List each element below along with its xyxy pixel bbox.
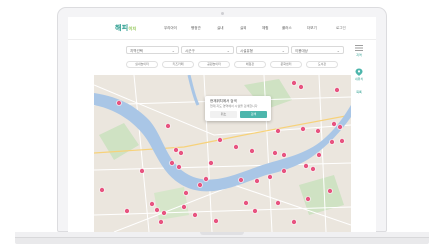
nav-item-2[interactable]: 실내	[217, 26, 223, 31]
popup-confirm-button[interactable]: 검색	[240, 111, 267, 118]
laptop-notch	[200, 232, 244, 235]
nav-item-6[interactable]: 더보기	[307, 26, 317, 31]
nav-item-5[interactable]: 플러스	[282, 26, 292, 31]
filter-select-3[interactable]: 이용대상 ⌄	[291, 46, 344, 54]
chip-2[interactable]: 공원놀이터	[198, 61, 230, 68]
my-location-button[interactable]: 내위치	[351, 68, 367, 81]
filter-label-1: 시군구	[185, 48, 195, 53]
list-icon	[355, 45, 363, 51]
side-top-label: 지역	[356, 53, 362, 57]
chevron-down-icon: ⌄	[336, 47, 340, 53]
chip-5[interactable]: 도서관	[306, 61, 338, 68]
chevron-down-icon: ⌄	[171, 47, 175, 53]
filter-select-1[interactable]: 시군구 ⌄	[181, 46, 234, 54]
list-button[interactable]: 목록	[351, 90, 367, 94]
side-mid-label: 내위치	[354, 77, 364, 81]
filter-label-3: 이용대상	[295, 48, 308, 53]
filter-label-2: 시설유형	[240, 48, 253, 53]
filter-bar: 지역선택 ⌄ 시군구 ⌄ 시설유형 ⌄ 이용대상 ⌄	[126, 46, 344, 54]
chip-0[interactable]: 실내놀이터	[126, 61, 158, 68]
nav-item-3[interactable]: 실외	[240, 26, 246, 31]
logo-suffix: 이지	[128, 26, 137, 31]
logo-name: 해피	[115, 24, 129, 32]
search-popup: 현재위치에서 검색 현재 지도 영역에서 시설을 검색합니다 취소 검색	[205, 96, 271, 121]
chip-4[interactable]: 문화센터	[270, 61, 302, 68]
nav-item-1[interactable]: 행정관	[191, 26, 201, 31]
popup-text: 현재 지도 영역에서 시설을 검색합니다	[210, 104, 258, 108]
nav-item-0[interactable]: 우리아이	[164, 26, 177, 31]
filter-label-0: 지역선택	[130, 48, 143, 53]
camera-icon	[221, 12, 224, 15]
top-nav: 해피이지 우리아이 행정관 실내 실외 체험 플러스 더보기 로그인	[68, 17, 376, 40]
logo[interactable]: 해피이지	[115, 23, 136, 33]
login-link[interactable]: 로그인	[336, 26, 346, 31]
filter-select-2[interactable]: 시설유형 ⌄	[236, 46, 289, 54]
chevron-down-icon: ⌄	[226, 47, 230, 53]
chevron-down-icon: ⌄	[281, 47, 285, 53]
popup-cancel-button[interactable]: 취소	[210, 111, 237, 118]
location-pin-icon	[355, 68, 363, 76]
side-bottom-label: 목록	[356, 90, 362, 94]
side-panel: 지역 내위치 목록	[351, 44, 367, 114]
side-top-button[interactable]: 지역	[351, 44, 367, 57]
chip-3[interactable]: 체험관	[234, 61, 266, 68]
filter-select-0[interactable]: 지역선택 ⌄	[126, 46, 179, 54]
screen: 해피이지 우리아이 행정관 실내 실외 체험 플러스 더보기 로그인 지역선택 …	[68, 17, 376, 232]
nav-item-4[interactable]: 체험	[262, 26, 268, 31]
chip-1[interactable]: 키즈카페	[162, 61, 194, 68]
